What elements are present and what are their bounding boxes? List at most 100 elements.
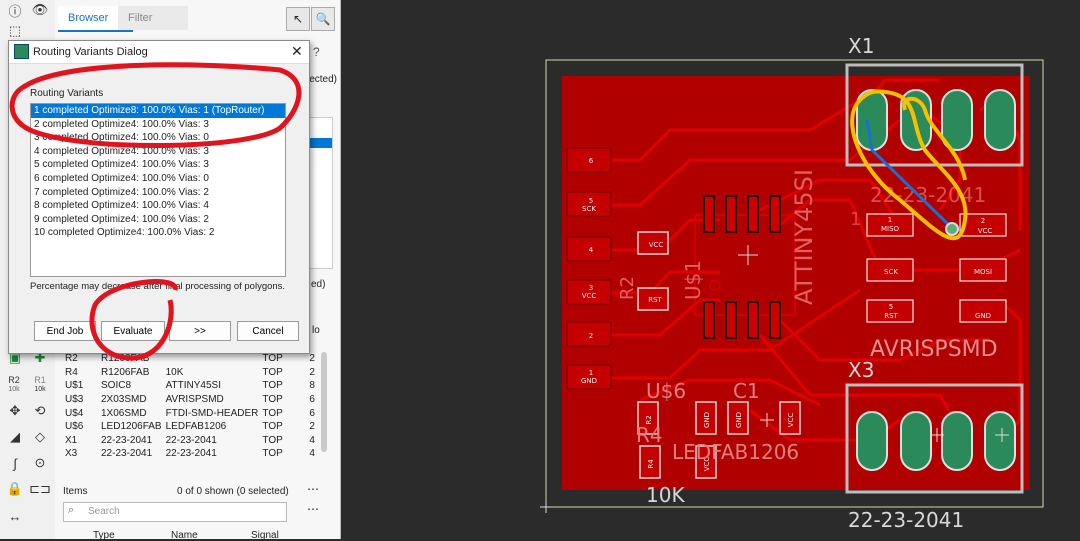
items-col-signal[interactable]: Signal [251,530,279,541]
table-cell: 22-23-2041 [165,434,217,446]
variant-item[interactable]: 5 completed Optimize4: 100.0% Vias: 3 [31,158,285,172]
ftdi-name-5: SCK [582,205,596,213]
evaluate-button[interactable]: Evaluate [101,321,165,341]
table-row[interactable]: X1 22-23-2041 22-23-2041 TOP 4 [63,434,331,448]
resistor-value-icon[interactable]: R2 10k [4,376,24,394]
value-sub-label: 10k [34,386,46,393]
via[interactable] [945,222,959,236]
via-icon[interactable]: ⊙ [30,454,50,472]
table-cell: 1X06SMD [101,407,147,419]
search-more-icon[interactable]: ⋯ [307,502,319,516]
next-button[interactable]: >> [169,321,231,341]
variant-item[interactable]: 4 completed Optimize4: 100.0% Vias: 3 [31,145,285,159]
dialog-title: Routing Variants Dialog [33,46,148,58]
gnd-pad-label-b: GND [735,412,743,428]
pcb-board-canvas[interactable]: 6 5 SCK 4 3 VCC 2 1 GND VCC RST R2 GND G… [340,0,1080,539]
ftdi-name-1: GND [581,377,597,385]
variant-item[interactable]: 6 completed Optimize4: 100.0% Vias: 0 [31,172,285,186]
value-icon-top: R1 [34,375,46,385]
value-icon[interactable]: R1 10k [30,376,50,394]
paint-icon[interactable]: ◢ [5,428,25,446]
label-u1: U$1 [681,260,705,300]
attiny-pin-top-1[interactable] [703,195,715,233]
ftdi-num-2: 2 [589,332,593,340]
avr-label-vcc: VCC [978,227,993,235]
table-cell: TOP [262,434,283,446]
label-r4: R4 [636,423,663,447]
x3-pin-3[interactable] [941,411,973,471]
table-row[interactable]: X3 22-23-2041 22-23-2041 TOP 4 [63,447,331,461]
variants-group-label: Routing Variants [30,88,104,99]
table-row[interactable]: R4 R1206FAB 10K TOP 2 [63,366,331,380]
x3-pin-1[interactable] [856,411,888,471]
items-col-type[interactable]: Type [93,530,115,541]
label-ledfab: LEDFAB1206 [672,440,799,464]
cancel-button[interactable]: Cancel [237,321,299,341]
ftdi-num-3: 3 [589,284,593,292]
table-cell: ATTINY45SI [165,380,221,392]
variant-item[interactable]: 1 completed Optimize8: 100.0% Vias: 1 (T… [31,104,285,118]
attiny-pin-top-4[interactable] [769,195,781,233]
vcc-pad-label: VCC [787,413,795,428]
label-x1: X1 [848,34,874,58]
move-icon[interactable]: ✥ [5,402,25,420]
tab-filter[interactable]: Filter [118,6,188,30]
eye-icon[interactable]: 👁 [30,1,50,19]
attiny-pin-top-2[interactable] [725,195,737,233]
avr-label-rst: RST [884,312,898,320]
label-c1: C1 [733,379,760,403]
table-cell: 2 [309,366,315,378]
lock-icon[interactable]: 🔒 [5,480,25,498]
end-job-button[interactable]: End Job [34,321,96,341]
app-icon [14,44,29,59]
close-icon[interactable]: ✕ [291,43,303,60]
help-icon[interactable]: ? [313,45,320,59]
cursor-tool-button[interactable]: ↖ [286,7,310,31]
avr-num-2: 2 [981,217,985,225]
avr-num-1: 1 [888,216,892,224]
tag-icon[interactable]: ◇ [30,428,50,446]
variant-item[interactable]: 8 completed Optimize4: 100.0% Vias: 4 [31,199,285,213]
variant-item[interactable]: 2 completed Optimize4: 100.0% Vias: 3 [31,118,285,132]
table-cell: R4 [65,366,78,378]
table-cell: TOP [262,366,283,378]
rotate-icon[interactable]: ⟲ [30,402,50,420]
ftdi-num-4: 4 [589,246,594,254]
attiny-pin-bot-1[interactable] [703,301,715,339]
variants-list[interactable]: 1 completed Optimize8: 100.0% Vias: 1 (T… [30,103,286,277]
variant-item[interactable]: 10 completed Optimize4: 100.0% Vias: 2 [31,226,285,240]
variant-item[interactable]: 3 completed Optimize4: 100.0% Vias: 0 [31,131,285,145]
table-cell: 2 [309,421,315,433]
x3-pin-2[interactable] [900,411,932,471]
table-row[interactable]: U$4 1X06SMD FTDI-SMD-HEADER TOP 6 [63,406,331,420]
table-row[interactable]: R2 R1206FAB TOP 2 [63,352,331,366]
table-cell: R2 [65,353,78,365]
info-icon[interactable]: ⓘ [5,1,25,19]
items-more-icon[interactable]: ⋯ [307,482,319,496]
zoom-button[interactable]: 🔍 [311,7,335,31]
variant-item[interactable]: 9 completed Optimize4: 100.0% Vias: 2 [31,213,285,227]
attiny-pin-top-3[interactable] [747,195,759,233]
u1-pad-rst-label: RST [648,296,662,304]
x3-pin-4[interactable] [984,411,1016,471]
table-cell: U$6 [65,421,84,433]
select-icon[interactable]: ⬚ [5,22,25,40]
table-row[interactable]: U$1 SOIC8 ATTINY45SI TOP 8 [63,379,331,393]
label-u6: U$6 [646,379,686,403]
attiny-pin-bot-3[interactable] [747,301,759,339]
x1-pin-4[interactable] [984,89,1016,151]
parts-scrollbar[interactable] [321,352,327,452]
items-search-input[interactable]: ⌕ Search [63,502,287,522]
attiny-pin-bot-4[interactable] [769,301,781,339]
label-attiny: ATTINY45SI [790,169,818,305]
label-avrisp: AVRISPSMD [870,337,998,362]
expand-icon[interactable]: ↔ [5,507,25,525]
resistor-sub-label: 10k [8,386,20,393]
variant-item[interactable]: 7 completed Optimize4: 100.0% Vias: 2 [31,186,285,200]
table-row[interactable]: U$3 2X03SMD AVRISPSMD TOP 6 [63,393,331,407]
wire-icon[interactable]: ∫ [5,454,25,472]
table-row[interactable]: U$6 LED1206FAB LEDFAB1206 TOP 2 [63,420,331,434]
items-col-name[interactable]: Name [171,530,198,541]
split-icon[interactable]: ⊏⊐ [29,480,51,498]
attiny-pin-bot-2[interactable] [725,301,737,339]
